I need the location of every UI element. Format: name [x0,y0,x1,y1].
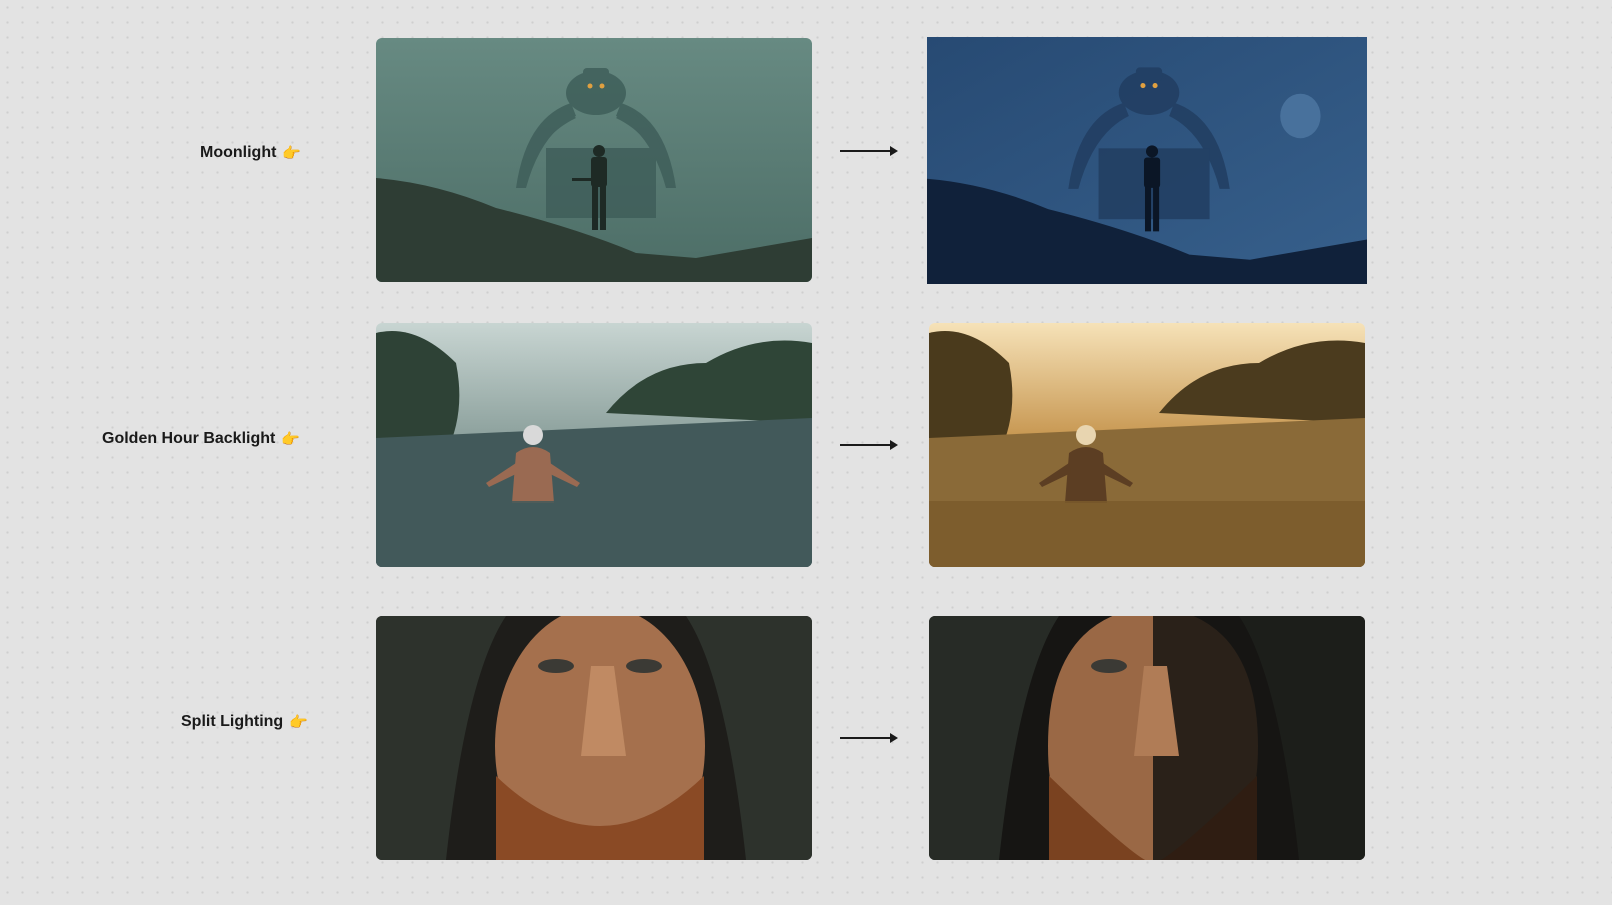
golden-hour-after-image [929,323,1365,567]
moonlight-before-image [376,38,812,282]
row-label-golden-hour-backlight: Golden Hour Backlight 👉 [102,430,300,448]
arrow-right-icon [840,440,898,450]
row-label-split-lighting: Split Lighting 👉 [181,713,308,731]
row-label-text: Moonlight [200,144,277,161]
row-label-text: Split Lighting [181,713,284,730]
row-label-moonlight: Moonlight 👉 [200,144,301,162]
arrow-right-icon [840,733,898,743]
pointing-hand-icon: 👉 [282,144,302,162]
moonlight-after-image [927,37,1367,284]
split-lighting-before-image [376,616,812,860]
pointing-hand-icon: 👉 [281,430,301,448]
pointing-hand-icon: 👉 [289,713,308,731]
golden-hour-before-image [376,323,812,567]
split-lighting-after-image [929,616,1365,860]
arrow-right-icon [840,146,898,156]
row-label-text: Golden Hour Backlight [102,430,276,447]
